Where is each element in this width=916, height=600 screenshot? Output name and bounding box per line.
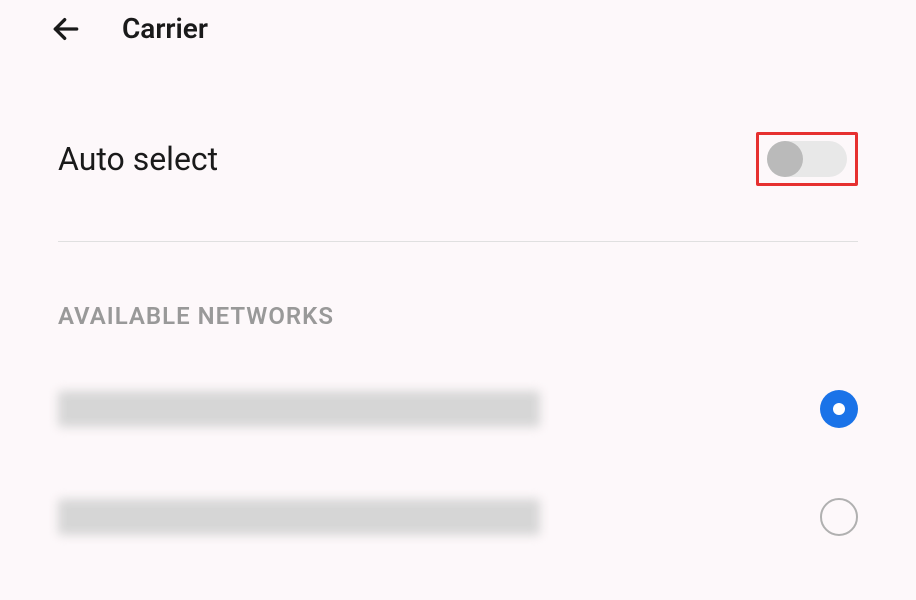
page-title: Carrier <box>122 12 208 45</box>
auto-select-label: Auto select <box>58 140 218 178</box>
auto-select-toggle[interactable] <box>767 141 847 177</box>
radio-selected-icon[interactable] <box>820 390 858 428</box>
toggle-knob <box>767 141 803 177</box>
network-row[interactable] <box>58 355 858 463</box>
available-networks-header: AVAILABLE NETWORKS <box>58 242 858 355</box>
network-label-blurred <box>58 499 540 535</box>
radio-unselected-icon[interactable] <box>820 498 858 536</box>
toggle-highlight-box <box>756 132 858 186</box>
network-label-blurred <box>58 391 540 427</box>
content: Auto select AVAILABLE NETWORKS <box>0 57 916 571</box>
auto-select-row: Auto select <box>58 57 858 242</box>
back-arrow-icon[interactable] <box>50 13 82 45</box>
network-row[interactable] <box>58 463 858 571</box>
header: Carrier <box>0 0 916 57</box>
